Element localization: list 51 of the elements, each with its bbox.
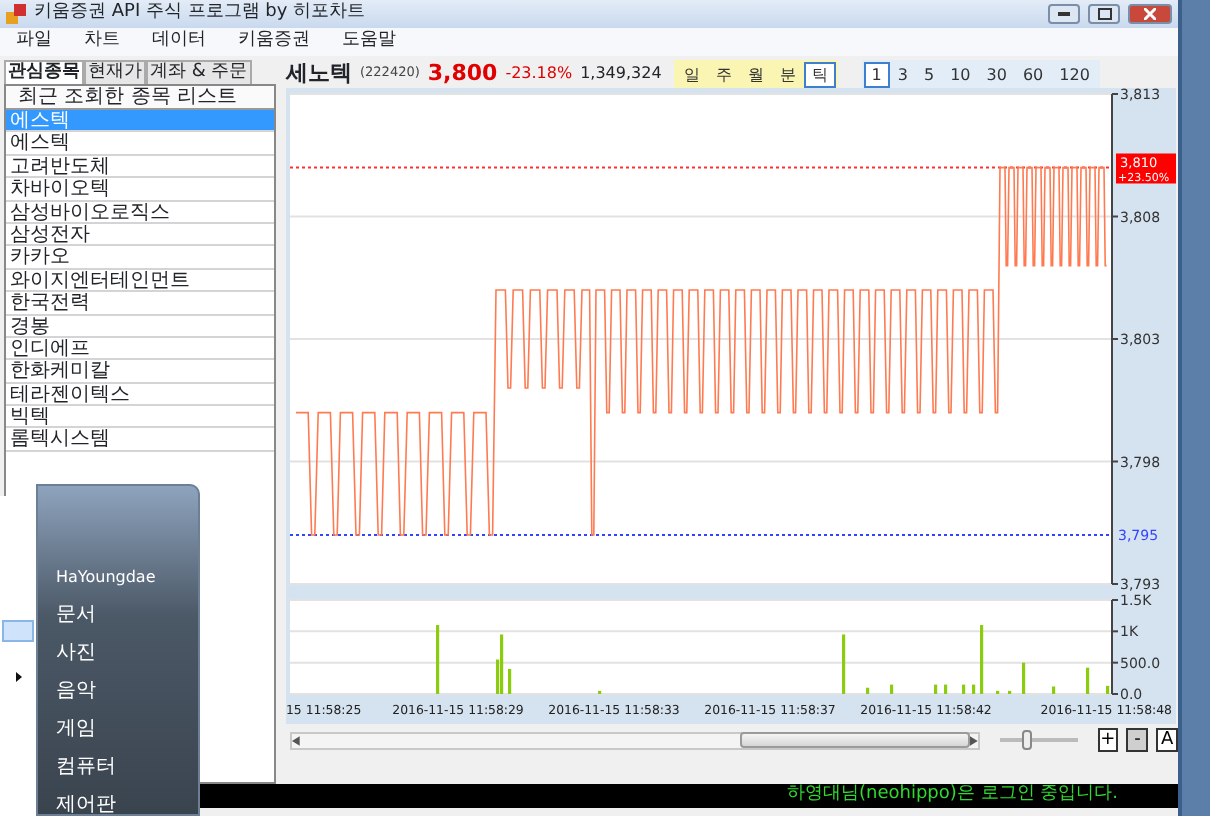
start-menu-item[interactable]: 컴퓨터 bbox=[56, 756, 198, 780]
window-title: 키움증권 API 주식 프로그램 by 히포차트 bbox=[34, 4, 366, 24]
stock-list-item[interactable]: 빅텍 bbox=[6, 406, 274, 429]
panel-tab[interactable]: 관심종목 bbox=[4, 60, 84, 84]
period-button[interactable]: 분 bbox=[771, 61, 804, 87]
stock-list-item[interactable]: 카카오 bbox=[6, 246, 274, 270]
stock-list-item[interactable]: 고려반도체 bbox=[6, 155, 274, 179]
zoom-button[interactable]: - bbox=[1126, 728, 1149, 752]
start-menu-item[interactable]: 사진 bbox=[56, 642, 198, 666]
start-menu-item[interactable]: 음악 bbox=[56, 680, 198, 704]
trade-volume: 1,349,324 bbox=[580, 65, 662, 83]
stock-list-item[interactable]: 롬텍시스템 bbox=[6, 428, 274, 452]
interval-button[interactable]: 60 bbox=[1014, 61, 1052, 87]
period-button[interactable]: 틱 bbox=[803, 61, 836, 87]
panel-tab[interactable]: 현재가 bbox=[84, 60, 146, 84]
panel-tab[interactable]: 계좌 & 주문 bbox=[146, 60, 252, 84]
stock-price: 3,800 bbox=[427, 61, 498, 87]
status-text: 하영대님(neohippo)은 로그인 중입니다. bbox=[787, 786, 1118, 806]
period-button[interactable]: 일 bbox=[675, 61, 708, 87]
user-name[interactable]: HaYoungdae bbox=[56, 566, 198, 590]
interval-button[interactable]: 10 bbox=[942, 61, 979, 87]
start-menu-item[interactable]: 게임 bbox=[56, 718, 198, 742]
start-menu-item[interactable]: 제어판 bbox=[56, 794, 198, 816]
price-change: -23.18% bbox=[505, 65, 573, 83]
stock-list-item[interactable]: 삼성전자 bbox=[6, 223, 274, 247]
stock-list-item[interactable]: 한화케미칼 bbox=[6, 360, 274, 384]
interval-button[interactable]: 3 bbox=[889, 61, 916, 87]
interval-button[interactable]: 5 bbox=[915, 61, 943, 87]
list-header: 최근 조회한 종목 리스트 bbox=[6, 86, 274, 110]
stock-list-item[interactable]: 경봉 bbox=[6, 315, 274, 338]
zoom-button[interactable]: + bbox=[1097, 728, 1119, 752]
period-button[interactable]: 월 bbox=[739, 61, 772, 87]
stock-list-item[interactable]: 에스텍 bbox=[6, 132, 274, 156]
stock-list-item[interactable]: 와이지엔터테인먼트 bbox=[6, 269, 274, 293]
stock-list-item[interactable]: 한국전력 bbox=[6, 292, 274, 316]
period-button[interactable]: 주 bbox=[707, 61, 740, 87]
zoom-button[interactable]: A bbox=[1156, 728, 1178, 752]
menu-item[interactable]: 차트 bbox=[84, 32, 120, 52]
start-menu-item[interactable]: 문서 bbox=[56, 604, 198, 628]
interval-button[interactable]: 30 bbox=[978, 61, 1015, 87]
stock-name: 세노텍 bbox=[286, 61, 352, 87]
interval-button[interactable]: 1 bbox=[863, 61, 890, 87]
stock-list-item[interactable]: 삼성바이오로직스 bbox=[6, 201, 274, 224]
menu-item[interactable]: 도움말 bbox=[342, 32, 396, 52]
menu-item[interactable]: 키움증권 bbox=[238, 32, 310, 52]
menu-item[interactable]: 데이터 bbox=[152, 32, 206, 52]
stock-list-item[interactable]: 테라젠이텍스 bbox=[6, 383, 274, 407]
interval-button[interactable]: 120 bbox=[1051, 61, 1098, 87]
stock-list-item[interactable]: 차바이오텍 bbox=[6, 178, 274, 202]
menu-item[interactable]: 파일 bbox=[16, 32, 52, 52]
stock-list-item[interactable]: 인디에프 bbox=[6, 337, 274, 361]
